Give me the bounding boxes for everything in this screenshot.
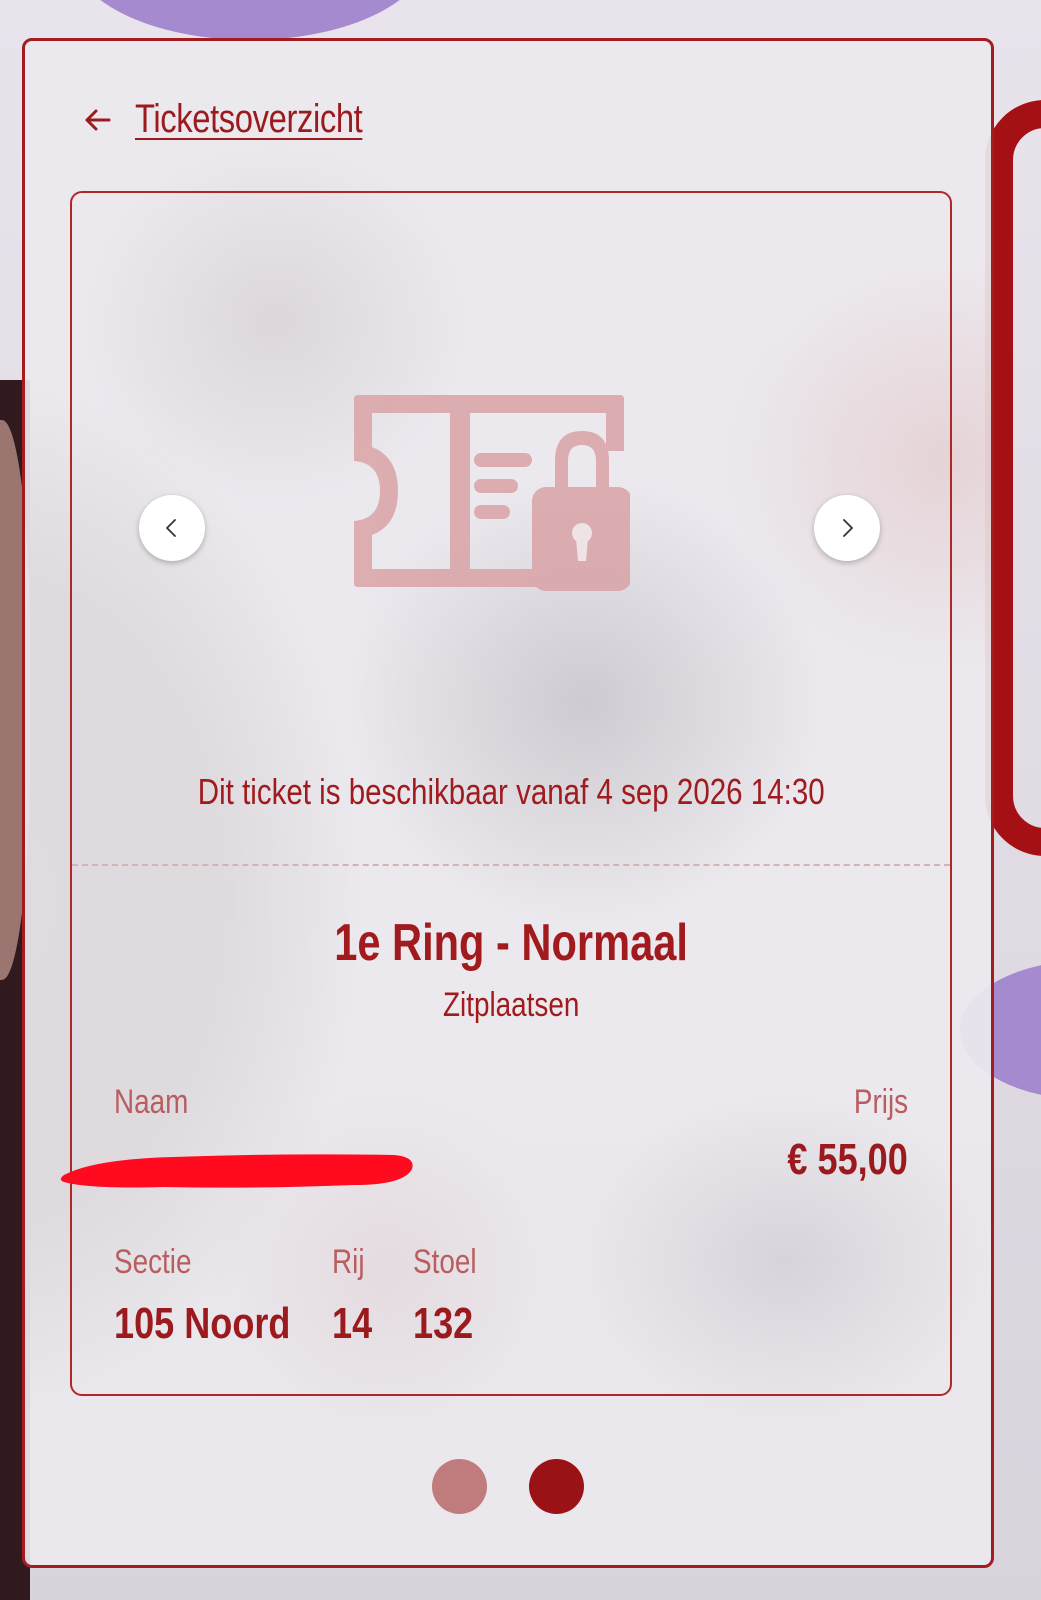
chevron-right-icon xyxy=(843,519,853,537)
arrow-left-icon xyxy=(85,109,111,130)
row-label-text: Rij xyxy=(332,1243,365,1281)
ticket-type-title-text: 1e Ring - Normaal xyxy=(334,914,688,972)
availability-text: Dit ticket is beschikbaar vanaf 4 sep 20… xyxy=(197,771,825,812)
seat-value: 132 xyxy=(413,1299,486,1349)
row-value-text: 14 xyxy=(332,1299,373,1348)
name-label-text: Naam xyxy=(114,1083,189,1121)
price-label-text: Prijs xyxy=(853,1083,908,1121)
seat-label-text: Stoel xyxy=(413,1243,477,1281)
ticket-type-title: 1e Ring - Normaal xyxy=(72,913,950,973)
carousel-dot-1[interactable] xyxy=(432,1459,487,1514)
section-value: 105 Noord xyxy=(114,1299,329,1349)
row-value: 14 xyxy=(332,1299,381,1349)
section-value-text: 105 Noord xyxy=(114,1299,291,1348)
ticket-detail-panel: Ticketsoverzicht Dit ticket is beschikba… xyxy=(22,38,994,1568)
background-shape xyxy=(70,0,430,40)
back-link-label: Ticketsoverzicht xyxy=(135,97,363,141)
price-value: € 55,00 xyxy=(761,1135,908,1185)
ticket-divider xyxy=(72,864,950,866)
row-label: Rij xyxy=(332,1243,372,1282)
chevron-left-icon xyxy=(166,519,176,537)
carousel-dot-2[interactable] xyxy=(529,1459,584,1514)
name-value-redacted xyxy=(60,1154,413,1188)
previous-ticket-button[interactable] xyxy=(139,495,205,561)
ticket-card: Dit ticket is beschikbaar vanaf 4 sep 20… xyxy=(60,191,952,1396)
price-value-text: € 55,00 xyxy=(787,1135,908,1184)
name-label: Naam xyxy=(114,1083,205,1122)
ticket-type-subtitle: Zitplaatsen xyxy=(72,986,950,1025)
availability-notice: Dit ticket is beschikbaar vanaf 4 sep 20… xyxy=(72,771,950,813)
section-label-text: Sectie xyxy=(114,1243,192,1281)
section-label: Sectie xyxy=(114,1243,209,1282)
ticket-type-subtitle-text: Zitplaatsen xyxy=(442,986,580,1024)
locked-ticket-icon xyxy=(354,395,630,591)
back-to-tickets-link[interactable]: Ticketsoverzicht xyxy=(81,97,412,142)
carousel-pagination xyxy=(25,1459,991,1514)
seat-value-text: 132 xyxy=(413,1299,474,1348)
seat-label: Stoel xyxy=(413,1243,491,1282)
next-ticket-button[interactable] xyxy=(814,495,880,561)
price-label: Prijs xyxy=(842,1083,908,1122)
